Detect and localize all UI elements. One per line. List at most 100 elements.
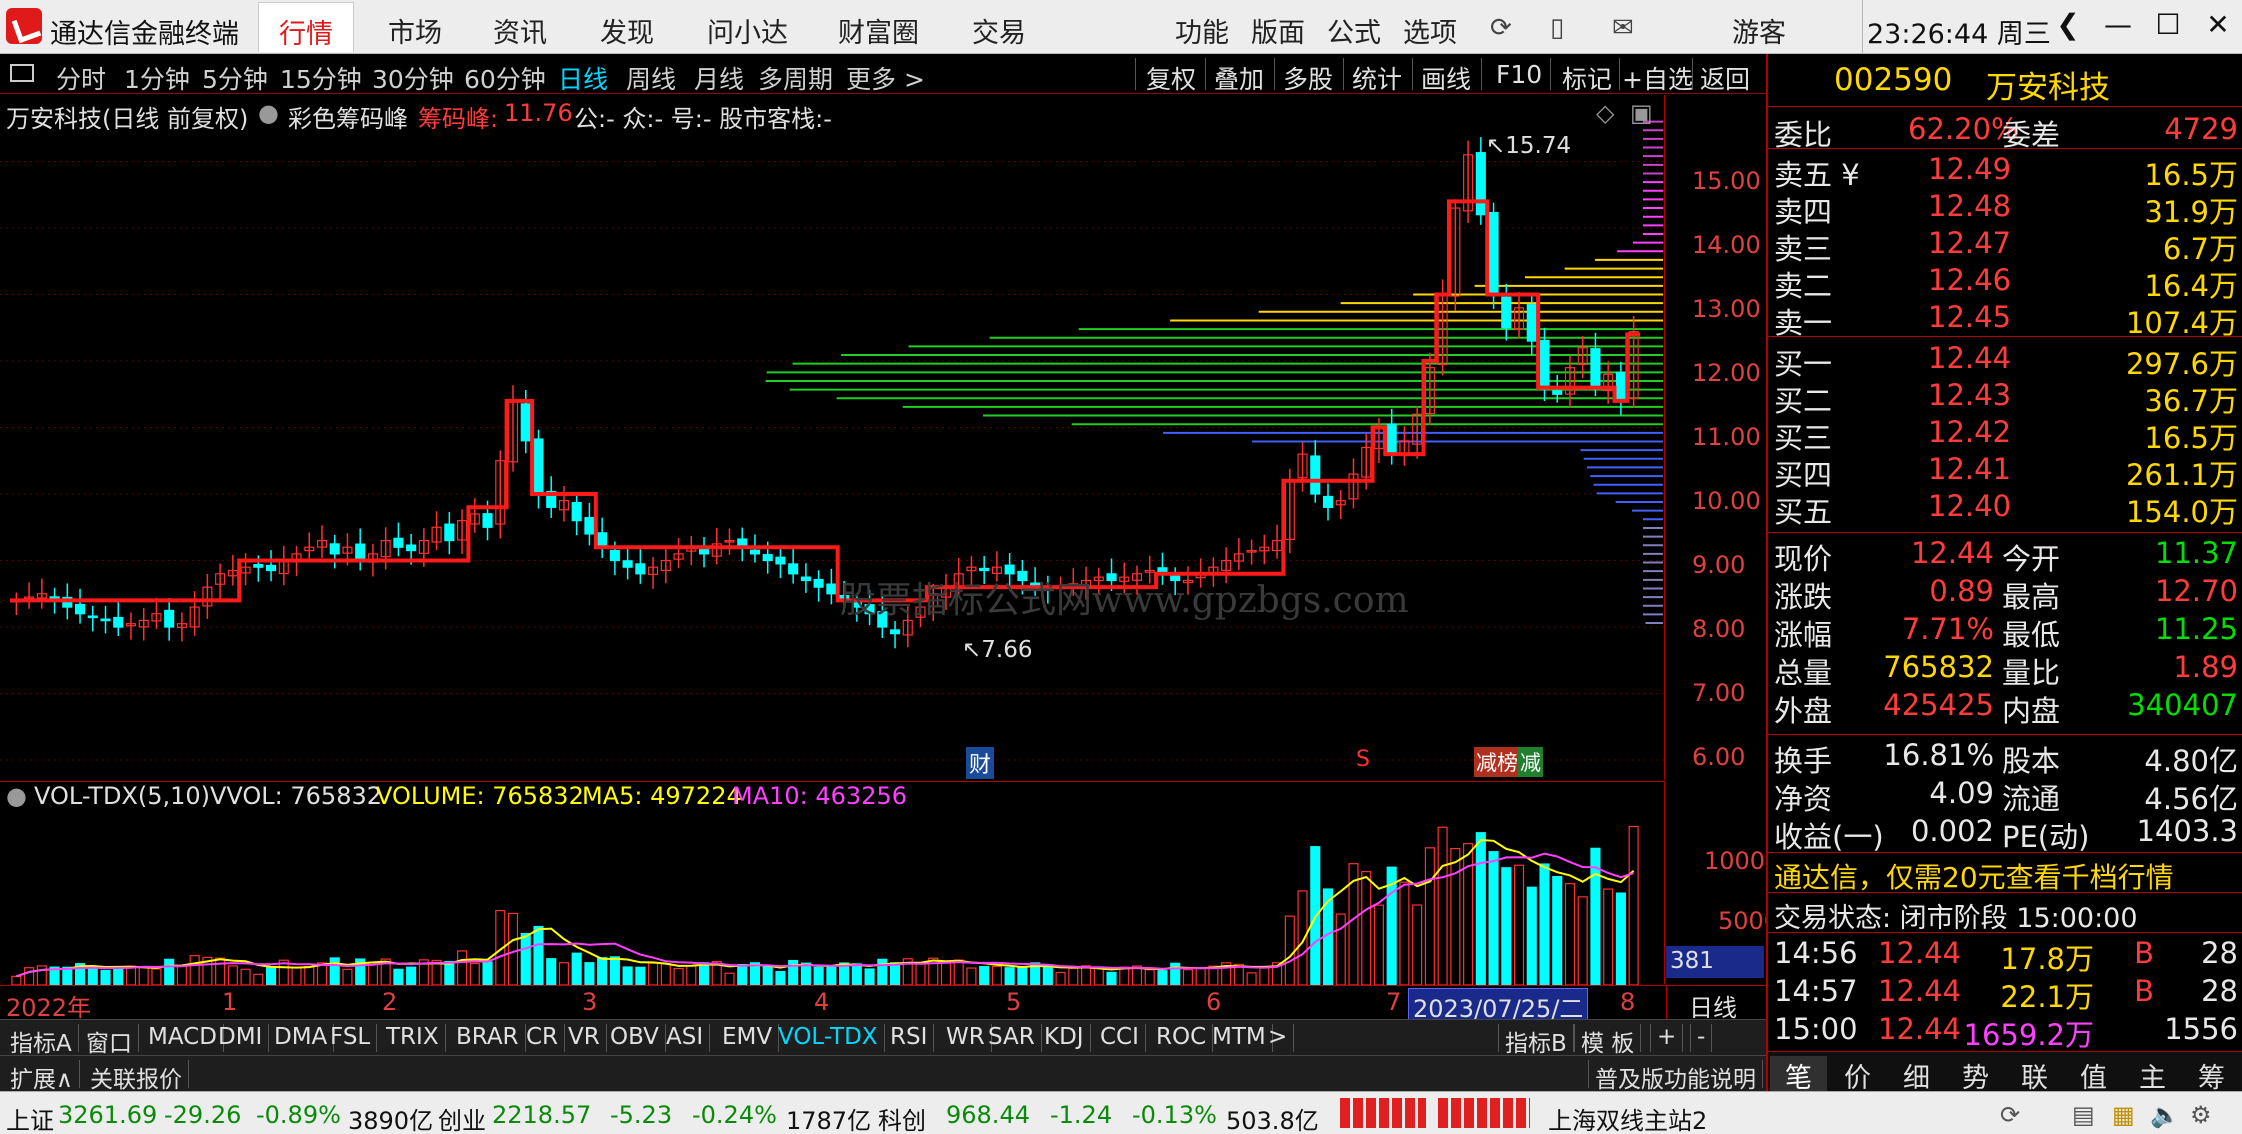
quote-tab[interactable]: 联 [2006,1056,2063,1095]
period-5min[interactable]: 5分钟 [202,60,268,96]
indicator-tab-asi[interactable]: ASI [660,1024,711,1052]
menu-trade[interactable]: 交易 [972,11,1026,50]
notebook-icon[interactable]: ▦ [2112,1101,2135,1129]
collapse-circle-icon[interactable]: ● [258,99,279,127]
sell-level-5[interactable]: 卖五 ¥12.49 16.5万 [1768,150,2242,192]
server-name[interactable]: 上海双线主站2 [1548,1101,1707,1134]
tool-stats[interactable]: 统计 [1352,60,1402,96]
indicator-tab-sar[interactable]: SAR [982,1024,1042,1052]
indicator-tab-rsi[interactable]: RSI [884,1024,935,1052]
period-more[interactable]: 更多 > [846,60,925,96]
period-30min[interactable]: 30分钟 [372,60,454,96]
buy-level-1[interactable]: 买一 12.44 297.6万 [1768,339,2242,381]
close-icon[interactable]: ✕ [2196,8,2240,46]
tool-add-watchlist[interactable]: +自选 [1622,60,1693,96]
quote-tab[interactable]: 价 [1829,1056,1886,1095]
menu-market[interactable]: 市场 [388,11,442,50]
related-quotes-button[interactable]: 关联报价 [84,1060,189,1093]
sell-level-3[interactable]: 卖三 12.47 6.7万 [1768,224,2242,266]
sell-level-1[interactable]: 卖一 12.45 107.4万 [1768,298,2242,340]
menu-discover[interactable]: 发现 [600,11,654,50]
period-15min[interactable]: 15分钟 [280,60,362,96]
indicator-tab-trix[interactable]: TRIX [380,1024,446,1052]
period-60min[interactable]: 60分钟 [464,60,546,96]
period-1min[interactable]: 1分钟 [124,60,190,96]
indicator-tab-dmi[interactable]: DMI [212,1024,270,1052]
indicator-right-1[interactable]: 模 板 [1574,1024,1642,1057]
tool-draw[interactable]: 画线 [1421,60,1471,96]
indicator-tab-[interactable]: 窗口 [80,1024,139,1057]
period-weekly[interactable]: 周线 [626,60,676,96]
ranking-marker[interactable]: 减榜 [1474,747,1520,777]
user-guest[interactable]: 游客 [1732,11,1786,50]
buy-level-5[interactable]: 买五 12.40 154.0万 [1768,487,2242,529]
sell-level-4[interactable]: 卖四 12.48 31.9万 [1768,187,2242,229]
sh-index-name[interactable]: 上证 [6,1101,54,1134]
buy-level-4[interactable]: 买四 12.41 261.1万 [1768,450,2242,492]
refresh-icon[interactable]: ⟳ [2000,1101,2020,1129]
menu-layout[interactable]: 版面 [1251,11,1305,50]
cy-index-name[interactable]: 创业 [438,1101,486,1134]
quote-tab[interactable]: 值 [2065,1056,2122,1095]
indicator-tab-emv[interactable]: EMV [716,1024,780,1052]
back-icon[interactable]: ❮ [2046,8,2090,46]
menu-news[interactable]: 资讯 [493,11,547,50]
panel-icon[interactable]: ▣ [1630,99,1653,127]
period-tick[interactable]: 分时 [56,60,106,96]
period-daily[interactable]: 日线 [558,60,608,96]
sell-marker[interactable]: S [1356,747,1370,772]
menu-formula[interactable]: 公式 [1327,11,1381,50]
minimize-icon[interactable]: — [2096,8,2140,46]
settings-icon[interactable]: ⚙ [2190,1101,2212,1129]
collapse-circle-icon[interactable]: ● [6,782,27,810]
indicator-tab-a[interactable]: 指标A [4,1024,79,1057]
indicator-tab-vr[interactable]: VR [562,1024,607,1052]
indicator-tab-brar[interactable]: BRAR [450,1024,526,1052]
menu-function[interactable]: 功能 [1175,11,1229,50]
diamond-icon[interactable]: ◇ [1596,99,1614,127]
refresh-icon[interactable]: ⟳ [1490,13,1512,43]
period-monthly[interactable]: 月线 [694,60,744,96]
kc-index-name[interactable]: 科创 [878,1101,926,1134]
indicator-tab-cci[interactable]: CCI [1094,1024,1146,1052]
menu-wealth[interactable]: 财富圈 [838,11,919,50]
mail-icon[interactable]: ✉ [1612,13,1634,43]
indicator-tab-roc[interactable]: ROC [1150,1024,1214,1052]
tool-back[interactable]: 返回 [1700,60,1750,96]
tool-f10[interactable]: F10 [1496,60,1542,89]
menu-quotes[interactable]: 行情 [258,2,354,52]
phone-icon[interactable]: ▯ [1550,13,1564,43]
tool-adjust[interactable]: 复权 [1146,60,1196,96]
menu-ask[interactable]: 问小达 [707,11,788,50]
indicator-tab-kdj[interactable]: KDJ [1038,1024,1091,1052]
buy-level-2[interactable]: 买二 12.43 36.7万 [1768,376,2242,418]
ad-row[interactable]: 通达信，仅需20元查看千档行情 [1768,854,2242,894]
quote-tab[interactable]: 细 [1888,1056,1945,1095]
sidebar-toggle-icon[interactable] [10,64,34,82]
indicator-tab-voltdx[interactable]: VOL-TDX [772,1024,885,1052]
indicator-tab-obv[interactable]: OBV [604,1024,666,1052]
reduce-marker[interactable]: 减 [1518,747,1543,777]
help-link[interactable]: 普及版功能说明 [1588,1060,1763,1093]
sell-level-2[interactable]: 卖二 12.46 16.4万 [1768,261,2242,303]
volume-panel[interactable]: ● VOL-TDX(5,10) VVOL: 765832 VOLUME: 765… [0,781,1665,985]
expand-button[interactable]: 扩展∧ [4,1060,80,1093]
promo-text[interactable]: 通达信，仅需20元查看千档行情 [1774,856,2174,896]
menu-options[interactable]: 选项 [1403,11,1457,50]
quote-tab[interactable]: 筹 [2183,1056,2240,1095]
tool-multistock[interactable]: 多股 [1283,60,1333,96]
indicator-tab-[interactable]: > [1262,1024,1295,1052]
indicator-right-0[interactable]: 指标B [1498,1024,1574,1057]
buy-level-3[interactable]: 买三 12.42 16.5万 [1768,413,2242,455]
tool-overlay[interactable]: 叠加 [1214,60,1264,96]
indicator-right-2[interactable]: + [1650,1024,1684,1052]
table-icon[interactable]: ▤ [2072,1101,2095,1129]
speaker-icon[interactable]: 🔈 [2150,1101,2180,1129]
period-multi[interactable]: 多周期 [758,60,833,96]
tool-mark[interactable]: 标记 [1562,60,1612,96]
maximize-icon[interactable]: ☐ [2146,8,2190,46]
quote-tab[interactable]: 笔 [1770,1056,1827,1095]
indicator-tab-cr[interactable]: CR [520,1024,566,1052]
indicator-right-3[interactable]: - [1690,1024,1713,1052]
quote-tab[interactable]: 势 [1947,1056,2004,1095]
